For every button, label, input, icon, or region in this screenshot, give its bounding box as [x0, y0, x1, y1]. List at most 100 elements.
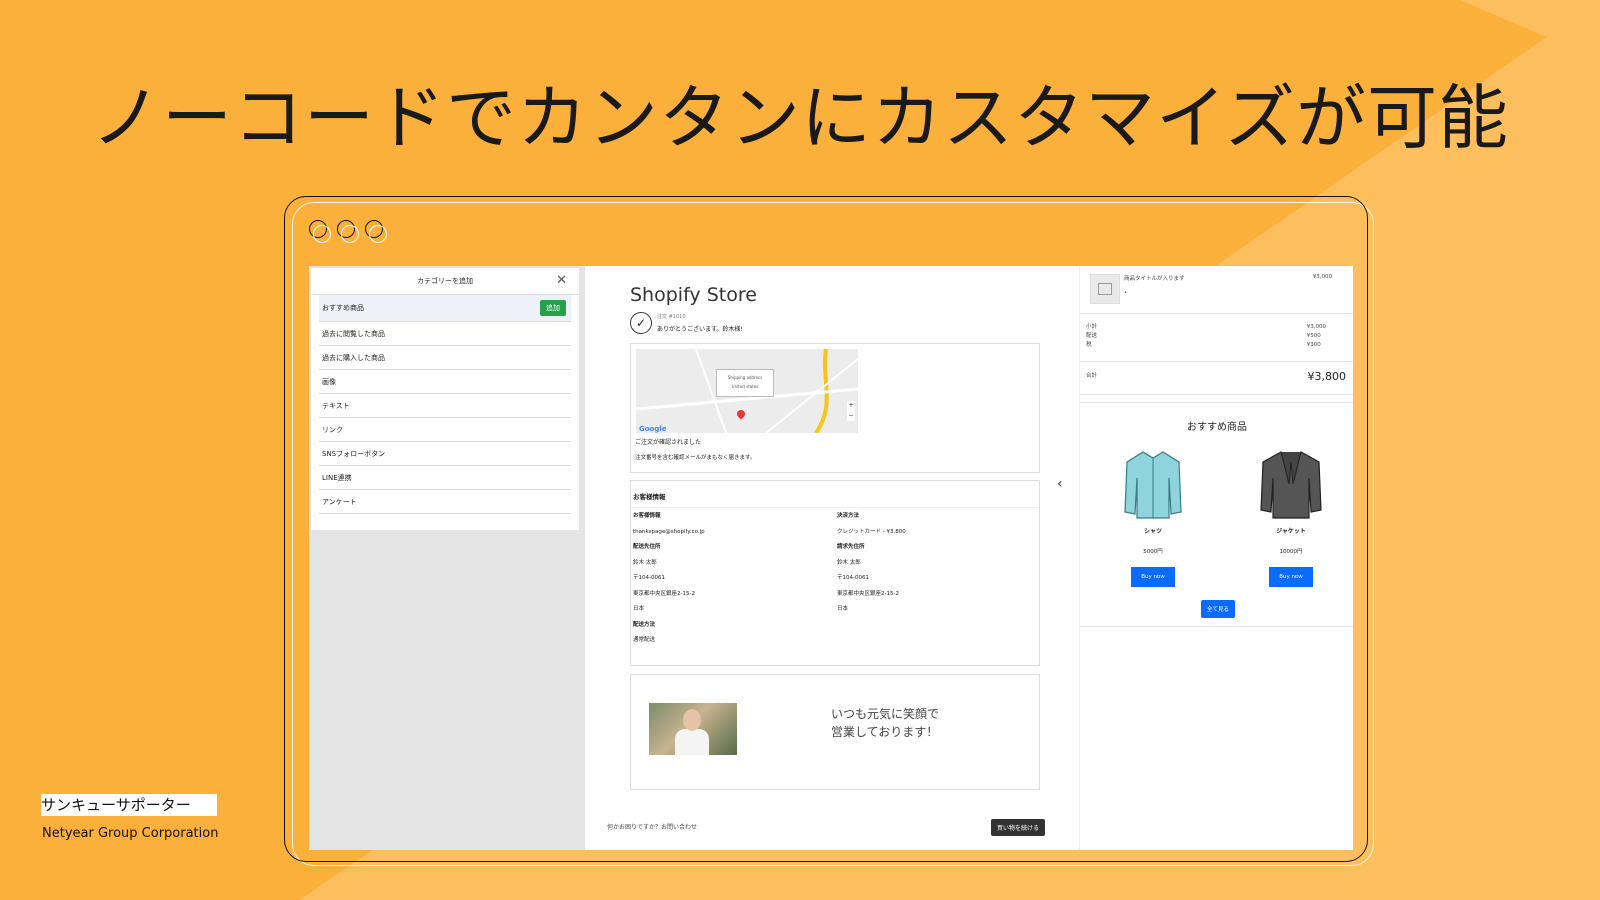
check-icon: ✓	[630, 312, 652, 334]
image-icon	[1098, 283, 1112, 295]
tooltip-line: Shipping address	[727, 375, 763, 380]
field-heading: 配送方法	[633, 621, 656, 628]
window-dot-icon[interactable]	[365, 220, 387, 243]
buy-now-button[interactable]: Buy now	[1131, 567, 1175, 587]
customer-left-column: お客様情報 thankspage@shopify.co.jp 配送先住所 鈴木 …	[633, 509, 705, 649]
map-tooltip: Shipping address United states	[716, 369, 774, 397]
category-item[interactable]: 画像	[319, 370, 571, 394]
country-value: 日本	[633, 606, 645, 612]
category-item[interactable]: 過去に購入した商品	[319, 346, 571, 370]
buy-now-button[interactable]: Buy now	[1269, 567, 1313, 587]
tax-value: ¥300	[1306, 342, 1321, 348]
category-item[interactable]: リンク	[319, 418, 571, 442]
zip-value: 〒104-0061	[633, 575, 665, 581]
divider	[1080, 394, 1353, 395]
photo-body	[675, 729, 709, 755]
close-icon[interactable]: ✕	[556, 273, 567, 288]
app-screen: カテゴリーを追加 ✕ おすすめ商品 追加 過去に閲覧した商品 過去に購入した商品…	[309, 266, 1353, 850]
headline: ノーコードでカンタンにカスタマイズが可能	[91, 77, 1509, 159]
shipping-value: ¥500	[1306, 333, 1321, 339]
google-logo: Google	[639, 425, 667, 433]
email-value: thankspage@shopify.co.jp	[633, 528, 705, 535]
category-label: LINE連携	[322, 473, 352, 482]
product-card: シャツ 5000円 Buy now	[1108, 448, 1198, 587]
recommend-title: おすすめ商品	[1187, 422, 1247, 433]
product-name: シャツ	[1143, 528, 1162, 535]
promo-line: 営業しております！	[831, 725, 939, 739]
order-status-page: Shopify Store ✓ 注文 #1010 ありがとうございます。鈴木様!…	[585, 266, 1079, 850]
product-price: 10000円	[1279, 549, 1303, 555]
tax-label: 税	[1086, 342, 1092, 348]
field-heading: 請求先住所	[837, 544, 865, 550]
product-thumbnail	[1090, 274, 1120, 304]
category-label: 過去に購入した商品	[322, 353, 385, 362]
see-all-button[interactable]: 全て見る	[1201, 600, 1236, 618]
promo-message: いつも元気に笑顔で 営業しております！	[831, 705, 939, 741]
divider	[1080, 361, 1353, 362]
customer-right-column: 決済方法 クレジットカード - ¥3,800 請求先住所 鈴木 太郎 〒104-…	[837, 509, 906, 618]
country-value: 日本	[837, 606, 849, 612]
zoom-control[interactable]: + −	[847, 401, 855, 421]
category-item[interactable]: 過去に閲覧した商品	[319, 322, 571, 346]
window-dot-icon[interactable]	[337, 220, 359, 243]
total-label: 合計	[1086, 373, 1098, 379]
customer-info-box: お客様情報 お客様情報 thankspage@shopify.co.jp 配送先…	[630, 480, 1040, 666]
company-name: Netyear Group Corporation	[42, 826, 219, 841]
collapse-chevron-icon[interactable]: ‹	[1057, 476, 1063, 492]
customer-info-header: お客様情報	[633, 493, 666, 501]
shipping-method-value: 通常配送	[633, 637, 656, 643]
address-value: 東京都中央区銀座2-15-2	[837, 590, 899, 597]
summary-values: ¥3,000 ¥500 ¥300	[1307, 323, 1326, 350]
product-qty-dot: •	[1124, 290, 1128, 296]
payment-value: クレジットカード - ¥3,800	[837, 528, 906, 535]
divider	[631, 507, 1039, 508]
subtotal-value: ¥3,000	[1306, 324, 1326, 330]
store-title: Shopify Store	[630, 284, 757, 306]
shirt-icon[interactable]	[1123, 448, 1183, 520]
help-link[interactable]: 何かお困りですか？お問い合わせ	[607, 822, 697, 831]
category-item[interactable]: テキスト	[319, 394, 571, 418]
name-value: 鈴木 太郎	[633, 559, 657, 566]
category-label: SNSフォローボタン	[322, 449, 386, 458]
product-card: ジャケット 10000円 Buy now	[1246, 448, 1336, 587]
shipping-map[interactable]: Shipping address United states + − Google	[636, 349, 858, 433]
category-label: テキスト	[322, 401, 350, 410]
divider	[1080, 402, 1353, 403]
tooltip-line: United states	[731, 384, 759, 389]
field-heading: 決済方法	[837, 513, 860, 519]
staff-photo	[649, 703, 737, 755]
photo-face	[683, 709, 701, 731]
category-label: 過去に閲覧した商品	[322, 329, 385, 338]
address-value: 東京都中央区銀座2-15-2	[633, 590, 695, 597]
promo-box: いつも元気に笑顔で 営業しております！	[630, 674, 1040, 790]
field-heading: 配送先住所	[633, 544, 661, 550]
category-label: アンケート	[322, 497, 357, 506]
shipping-label: 配送	[1086, 333, 1098, 339]
category-item[interactable]: SNSフォローボタン	[319, 442, 571, 466]
promo-line: いつも元気に笑顔で	[831, 707, 940, 721]
category-item[interactable]: LINE連携	[319, 466, 571, 490]
category-item[interactable]: おすすめ商品 追加	[319, 295, 571, 322]
map-box: Shipping address United states + − Google…	[630, 343, 1040, 473]
confirmed-subtext: 注文番号を含む確認メールがまもなく届きます。	[635, 455, 756, 461]
confirmed-text: ご注文が確認されました	[635, 439, 702, 446]
category-label: 画像	[322, 377, 336, 386]
jacket-icon[interactable]	[1259, 448, 1323, 520]
thanks-message: ありがとうございます。鈴木様!	[657, 326, 743, 333]
window-dot-icon[interactable]	[309, 220, 331, 243]
subtotal-label: 小計	[1086, 324, 1098, 330]
category-panel: カテゴリーを追加 ✕ おすすめ商品 追加 過去に閲覧した商品 過去に購入した商品…	[309, 266, 585, 850]
add-button[interactable]: 追加	[540, 300, 566, 316]
divider	[1080, 626, 1353, 627]
panel-header: カテゴリーを追加 ✕	[311, 268, 579, 295]
brand-name: サンキューサポーター	[41, 794, 217, 816]
category-item[interactable]: アンケート	[319, 490, 571, 514]
order-summary: 商品タイトルが入ります • ¥3,000 小計 配送 税 ¥3,000 ¥500…	[1079, 266, 1353, 850]
product-title: 商品タイトルが入ります	[1124, 276, 1185, 282]
divider	[1080, 313, 1353, 314]
category-label: おすすめ商品	[322, 304, 364, 312]
product-price: ¥3,000	[1312, 274, 1332, 280]
continue-shopping-button[interactable]: 買い物を続ける	[991, 819, 1046, 836]
product-name: ジャケット	[1276, 528, 1306, 535]
window-controls	[309, 220, 387, 243]
